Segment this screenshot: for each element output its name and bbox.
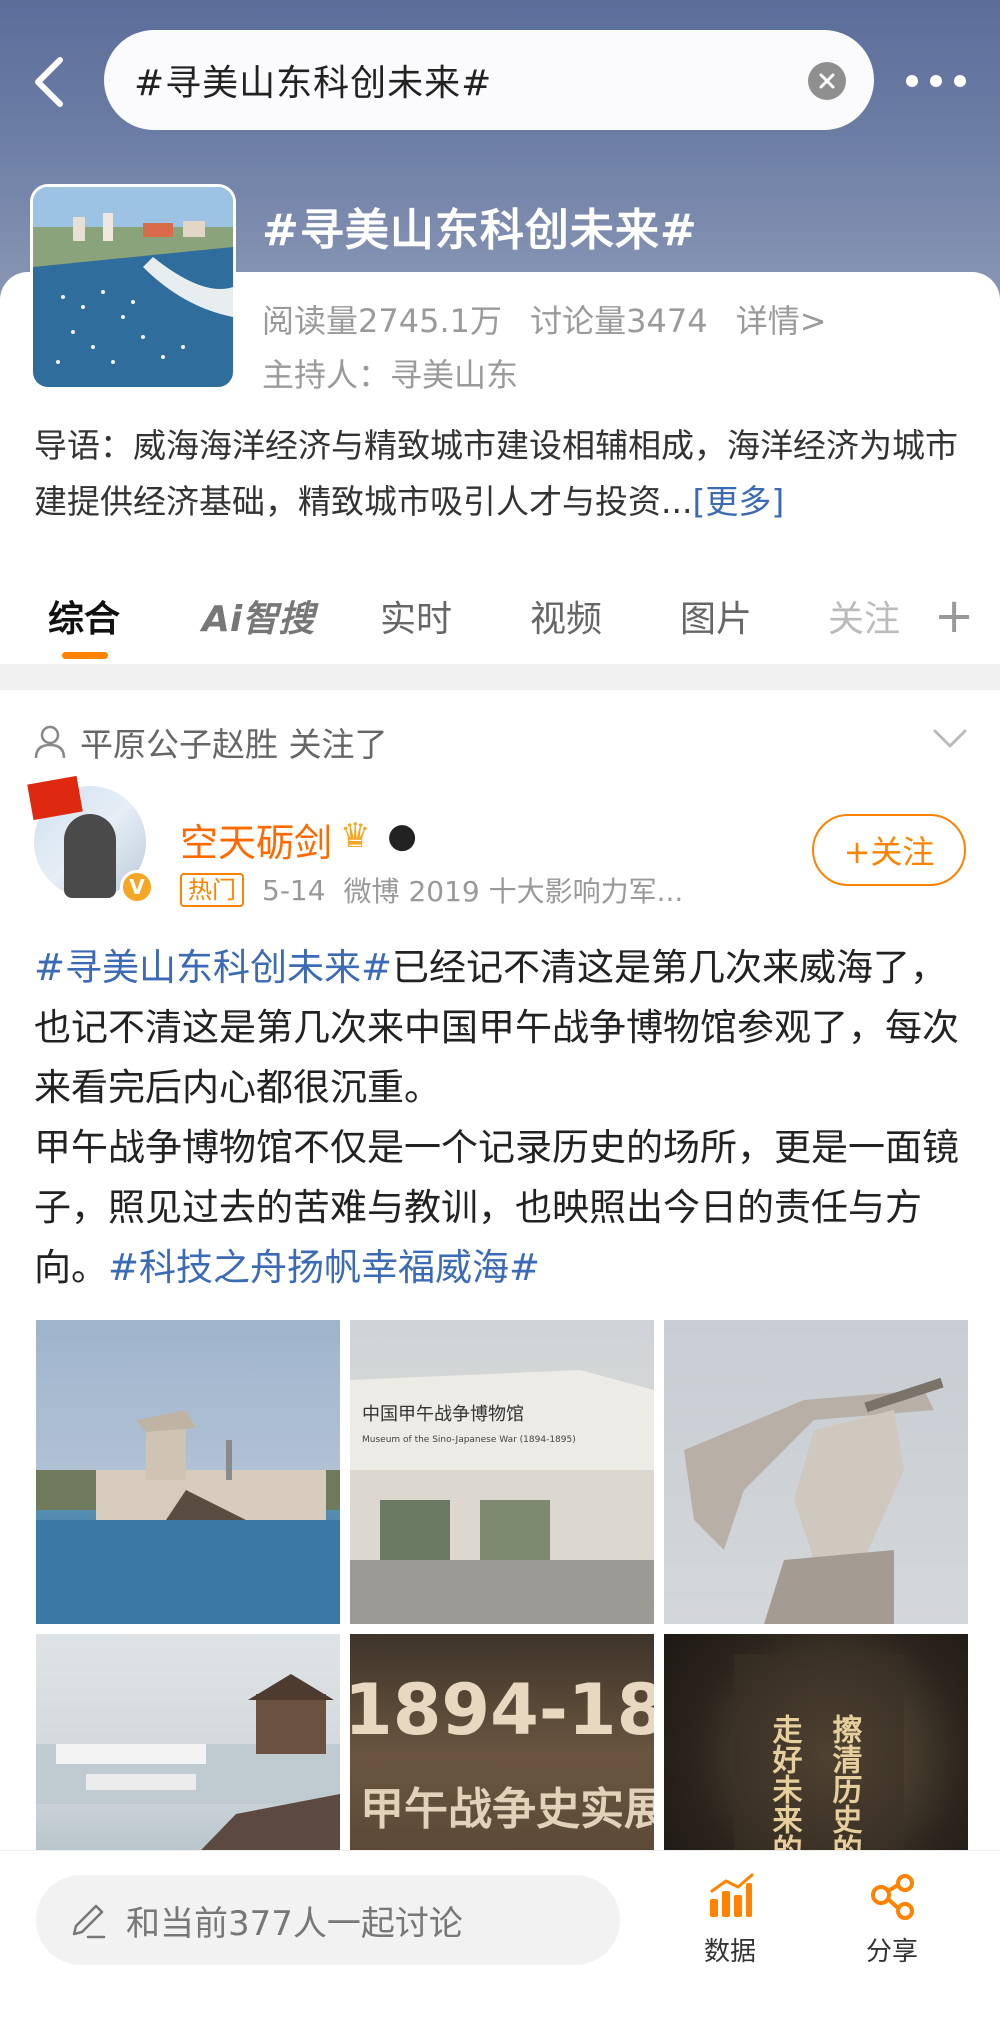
tab-following[interactable]: 关注 [828,590,900,642]
search-input[interactable]: #寻美山东科创未来# [104,30,874,130]
dot-icon [954,75,966,87]
museum-seaside-image [36,1410,340,1624]
more-link[interactable]: [更多] [692,482,784,521]
hot-tag: 热门 [180,873,244,907]
tab-comprehensive[interactable]: 综合 [48,590,120,642]
share-label: 分享 [865,1937,918,1967]
add-tab-icon[interactable]: + [934,588,974,644]
tab-realtime[interactable]: 实时 [380,590,452,642]
follow-button[interactable]: +关注 [812,814,966,886]
chart-icon [710,1873,754,1917]
post-text: #寻美山东科创未来#已经记不清这是第几次来威海了，也记不清这是第几次来中国甲午战… [34,938,974,1298]
follow-note: 平原公子赵胜 关注了 [34,718,388,766]
active-tab-indicator [62,652,108,659]
tab-bar: 综合 Ai智搜 实时 视频 图片 关注 + [0,580,1000,670]
panda-icon: ● [387,816,417,856]
harbor-image [33,187,233,387]
discussion-input[interactable]: 和当前377人一起讨论 [36,1875,620,1965]
avatar[interactable]: V [27,775,154,904]
flag-icon [27,775,83,821]
image-caption: 1894-1895 [350,1669,654,1751]
discussion-placeholder: 和当前377人一起讨论 [126,1903,463,1944]
pencil-icon [72,1904,106,1939]
search-text: #寻美山东科创未来# [134,63,493,104]
tab-images[interactable]: 图片 [680,590,752,642]
dot-icon [930,75,942,87]
tab-ai-search[interactable]: Ai智搜 [202,590,314,642]
share-button[interactable]: 分享 [842,1873,942,1968]
image-overlay: Museum of the Sino-Japanese War (1894-18… [362,1435,576,1445]
dot-icon [906,75,918,87]
post-image[interactable] [664,1320,968,1624]
post-meta: 热门 5-14 微博 2019 十大影响力军... [180,870,683,910]
statue-image [684,1377,944,1624]
chevron-down-icon[interactable] [932,728,968,750]
hashtag-link[interactable]: #寻美山东科创未来# [34,946,392,989]
bottom-bar: 和当前377人一起讨论 数据 分享 [0,1850,1000,2022]
topic-intro: 导语：威海海洋经济与精致城市建设相辅相成，海洋经济为城市建提供经济基础，精致城市… [34,418,969,530]
post-date: 5-14 [262,873,326,907]
hashtag-link[interactable]: #科技之舟扬帆幸福威海# [108,1246,540,1289]
post-image[interactable]: 中国甲午战争博物馆 Museum of the Sino-Japanese Wa… [350,1320,654,1624]
data-label: 数据 [703,1937,756,1967]
read-count: 阅读量2745.1万 [262,302,502,340]
topic-host: 主持人：寻美山东 [262,356,519,394]
topic-thumbnail[interactable] [30,184,236,390]
image-overlay: 甲午战争史实展 [360,1784,654,1835]
section-divider [0,664,1000,690]
medal-icon: ♛ [340,816,371,856]
person-icon [34,725,66,759]
image-caption: 中国甲午战争博物馆 [362,1404,524,1425]
intro-text: 导语：威海海洋经济与精致城市建设相辅相成，海洋经济为城市建提供经济基础，精致城市… [34,426,958,521]
more-options-button[interactable] [906,66,966,96]
details-link[interactable]: 详情> [736,302,827,340]
image-caption: 擦清历史的 [827,1713,863,1864]
museum-entrance-image: 中国甲午战争博物馆 Museum of the Sino-Japanese Wa… [350,1370,654,1624]
avatar-figure [64,814,116,898]
chevron-left-icon [35,57,63,107]
clear-search-button[interactable] [808,62,846,100]
follow-note-text: 平原公子赵胜 关注了 [80,725,388,764]
close-icon [819,73,835,89]
topic-title: #寻美山东科创未来# [262,205,698,256]
post-source: 微博 2019 十大影响力军... [343,875,684,908]
data-button[interactable]: 数据 [680,1873,780,1968]
back-button[interactable] [26,52,72,112]
badge-icons: ♛ ● [340,816,417,856]
tab-video[interactable]: 视频 [530,590,602,642]
verified-badge-icon: V [120,870,154,904]
share-icon [871,1874,914,1920]
discussion-count: 讨论量3474 [530,302,708,340]
post-image[interactable] [36,1320,340,1624]
image-grid: 中国甲午战争博物馆 Museum of the Sino-Japanese Wa… [36,1320,968,1938]
topic-stats: 阅读量2745.1万 讨论量3474 详情> [262,296,845,342]
author-name[interactable]: 空天砺剑 [180,812,332,867]
